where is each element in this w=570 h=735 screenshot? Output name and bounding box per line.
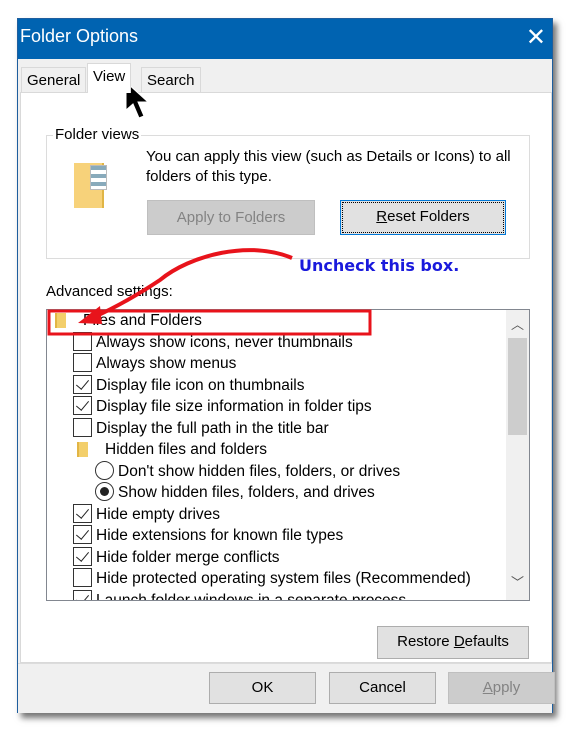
arrow-head	[78, 306, 102, 324]
tab-view[interactable]: View	[87, 63, 132, 93]
tab-label: View	[93, 68, 126, 85]
annotation-text: Uncheck this box.	[299, 256, 460, 275]
annotation-arrow	[91, 248, 293, 320]
annotation-overlay	[47, 80, 372, 336]
